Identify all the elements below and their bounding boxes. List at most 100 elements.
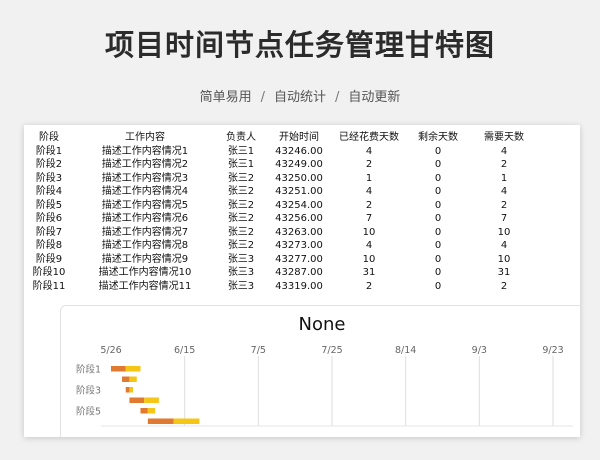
cell-stage[interactable]: 阶段7 — [24, 226, 74, 240]
cell-stage[interactable]: 阶段6 — [24, 212, 74, 226]
cell-content[interactable]: 描述工作内容情况5 — [74, 199, 216, 213]
cell-content[interactable]: 描述工作内容情况4 — [74, 185, 216, 199]
cell-remaining[interactable]: 0 — [406, 226, 470, 240]
x-tick-label: 9/23 — [542, 345, 563, 356]
cell-stage[interactable]: 阶段10 — [24, 266, 74, 280]
cell-needed[interactable]: 10 — [470, 253, 538, 267]
cell-stage[interactable]: 阶段1 — [24, 145, 74, 159]
cell-owner[interactable]: 张三3 — [216, 266, 266, 280]
cell-stage[interactable]: 阶段5 — [24, 199, 74, 213]
cell-content[interactable]: 描述工作内容情况2 — [74, 158, 216, 172]
cell-start[interactable]: 43273.00 — [266, 239, 332, 253]
cell-owner[interactable]: 张三1 — [216, 145, 266, 159]
cell-needed[interactable]: 4 — [470, 145, 538, 159]
cell-owner[interactable]: 张三2 — [216, 239, 266, 253]
column-header-owner[interactable]: 负责人 — [216, 131, 266, 145]
cell-start[interactable]: 43249.00 — [266, 158, 332, 172]
cell-remaining[interactable]: 0 — [406, 253, 470, 267]
cell-spent[interactable]: 2 — [332, 199, 406, 213]
gantt-chart[interactable]: None 5/26 6/15 7/5 7/25 8/14 9/3 9/23 阶段1 阶段3 阶段5 — [60, 305, 580, 437]
cell-start[interactable]: 43256.00 — [266, 212, 332, 226]
cell-spent[interactable]: 4 — [332, 239, 406, 253]
column-header-content[interactable]: 工作内容 — [74, 131, 216, 145]
cell-owner[interactable]: 张三2 — [216, 199, 266, 213]
cell-start[interactable]: 43250.00 — [266, 172, 332, 186]
cell-needed[interactable]: 4 — [470, 239, 538, 253]
cell-content[interactable]: 描述工作内容情况1 — [74, 145, 216, 159]
cell-content[interactable]: 描述工作内容情况7 — [74, 226, 216, 240]
cell-remaining[interactable]: 0 — [406, 185, 470, 199]
cell-start[interactable]: 43263.00 — [266, 226, 332, 240]
cell-owner[interactable]: 张三1 — [216, 158, 266, 172]
cell-remaining[interactable]: 0 — [406, 172, 470, 186]
table-row: 阶段10 描述工作内容情况10 张三3 43287.00 31 0 31 — [24, 266, 538, 280]
cell-stage[interactable]: 阶段3 — [24, 172, 74, 186]
gantt-bar-spent — [125, 387, 130, 393]
cell-start[interactable]: 43319.00 — [266, 280, 332, 294]
cell-stage[interactable]: 阶段8 — [24, 239, 74, 253]
cell-needed[interactable]: 1 — [470, 172, 538, 186]
column-header-stage[interactable]: 阶段 — [24, 131, 74, 145]
cell-needed[interactable]: 31 — [470, 266, 538, 280]
cell-start[interactable]: 43254.00 — [266, 199, 332, 213]
cell-owner[interactable]: 张三3 — [216, 280, 266, 294]
cell-stage[interactable]: 阶段9 — [24, 253, 74, 267]
cell-spent[interactable]: 1 — [332, 172, 406, 186]
cell-spent[interactable]: 4 — [332, 145, 406, 159]
cell-needed[interactable]: 2 — [470, 280, 538, 294]
x-tick-label: 7/25 — [321, 345, 342, 356]
column-header-needed[interactable]: 需要天数 — [470, 131, 538, 145]
cell-owner[interactable]: 张三2 — [216, 226, 266, 240]
table-row: 阶段7 描述工作内容情况7 张三2 43263.00 10 0 10 — [24, 226, 538, 240]
column-header-start[interactable]: 开始时间 — [266, 131, 332, 145]
cell-stage[interactable]: 阶段2 — [24, 158, 74, 172]
cell-needed[interactable]: 2 — [470, 158, 538, 172]
table-row: 阶段6 描述工作内容情况6 张三2 43256.00 7 0 7 — [24, 212, 538, 226]
cell-stage[interactable]: 阶段4 — [24, 185, 74, 199]
table-header-row: 阶段 工作内容 负责人 开始时间 已经花费天数 剩余天数 需要天数 — [24, 131, 538, 145]
gantt-bar-needed — [125, 366, 141, 372]
cell-spent[interactable]: 4 — [332, 185, 406, 199]
cell-remaining[interactable]: 0 — [406, 266, 470, 280]
gantt-bar-needed — [144, 397, 159, 403]
cell-remaining[interactable]: 0 — [406, 212, 470, 226]
cell-remaining[interactable]: 0 — [406, 199, 470, 213]
cell-spent[interactable]: 31 — [332, 266, 406, 280]
cell-spent[interactable]: 10 — [332, 253, 406, 267]
cell-content[interactable]: 描述工作内容情况6 — [74, 212, 216, 226]
cell-owner[interactable]: 张三3 — [216, 253, 266, 267]
cell-content[interactable]: 描述工作内容情况8 — [74, 239, 216, 253]
cell-owner[interactable]: 张三2 — [216, 185, 266, 199]
cell-remaining[interactable]: 0 — [406, 239, 470, 253]
cell-remaining[interactable]: 0 — [406, 145, 470, 159]
cell-start[interactable]: 43246.00 — [266, 145, 332, 159]
cell-spent[interactable]: 7 — [332, 212, 406, 226]
cell-content[interactable]: 描述工作内容情况11 — [74, 280, 216, 294]
table-row: 阶段2 描述工作内容情况2 张三1 43249.00 2 0 2 — [24, 158, 538, 172]
gantt-bar-spent — [129, 397, 145, 403]
cell-needed[interactable]: 10 — [470, 226, 538, 240]
cell-stage[interactable]: 阶段11 — [24, 280, 74, 294]
cell-content[interactable]: 描述工作内容情况9 — [74, 253, 216, 267]
cell-content[interactable]: 描述工作内容情况10 — [74, 266, 216, 280]
cell-spent[interactable]: 2 — [332, 158, 406, 172]
cell-start[interactable]: 43287.00 — [266, 266, 332, 280]
column-header-spent[interactable]: 已经花费天数 — [332, 131, 406, 145]
cell-content[interactable]: 描述工作内容情况3 — [74, 172, 216, 186]
x-tick-label: 8/14 — [395, 345, 416, 356]
gantt-bar-spent — [147, 418, 174, 424]
cell-spent[interactable]: 2 — [332, 280, 406, 294]
cell-remaining[interactable]: 0 — [406, 158, 470, 172]
cell-start[interactable]: 43251.00 — [266, 185, 332, 199]
cell-owner[interactable]: 张三2 — [216, 172, 266, 186]
cell-needed[interactable]: 4 — [470, 185, 538, 199]
column-header-remaining[interactable]: 剩余天数 — [406, 131, 470, 145]
cell-needed[interactable]: 2 — [470, 199, 538, 213]
cell-remaining[interactable]: 0 — [406, 280, 470, 294]
cell-owner[interactable]: 张三2 — [216, 212, 266, 226]
feature-easy: 简单易用 — [199, 90, 252, 105]
cell-needed[interactable]: 7 — [470, 212, 538, 226]
cell-start[interactable]: 43277.00 — [266, 253, 332, 267]
cell-spent[interactable]: 10 — [332, 226, 406, 240]
y-tick-label: 阶段5 — [76, 405, 101, 417]
